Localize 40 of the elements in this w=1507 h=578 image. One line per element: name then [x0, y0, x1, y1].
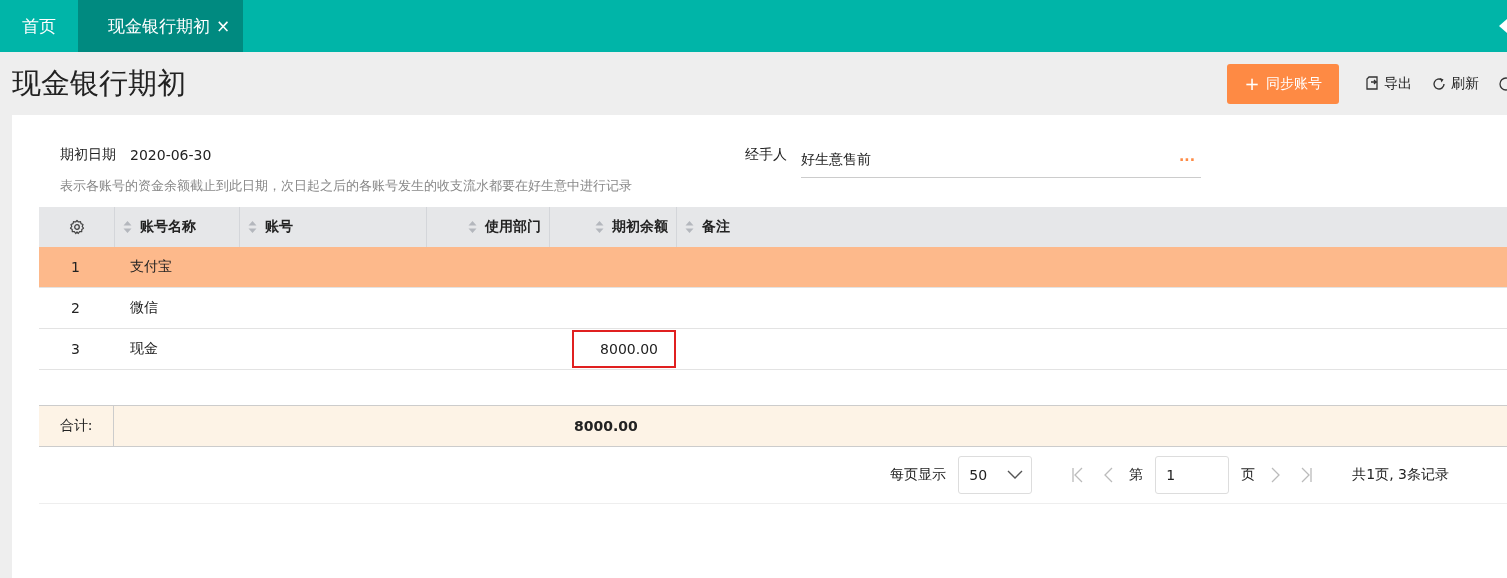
field-label: 经手人 [745, 146, 787, 164]
sort-icon[interactable] [468, 220, 477, 234]
previous-page-icon[interactable] [1104, 467, 1114, 483]
sort-icon[interactable] [685, 220, 694, 234]
page-size-select[interactable]: 50 [958, 456, 1033, 494]
account-name: 微信 [130, 299, 158, 317]
next-page-icon[interactable] [1271, 467, 1281, 483]
tab[interactable]: 现金银行期初 × [78, 0, 244, 52]
page-suffix: 页 [1241, 466, 1256, 484]
account-name: 现金 [130, 340, 158, 358]
account-name: 支付宝 [130, 258, 172, 276]
settings-icon[interactable] [68, 219, 85, 235]
balance-value[interactable]: 8000.00 [572, 330, 676, 368]
page-input[interactable]: 1 [1155, 456, 1230, 494]
page-summary: 共1页, 3条记录 [1352, 466, 1449, 484]
field-label: 期初日期 [60, 146, 116, 164]
page-size-label: 每页显示 [890, 466, 947, 484]
chevron-down-icon [1007, 470, 1024, 480]
table-row[interactable]: 3 现金 8000.00 [39, 329, 1507, 370]
sort-icon[interactable] [595, 220, 604, 234]
page-prefix: 第 [1129, 466, 1144, 484]
row-number: 2 [70, 299, 81, 318]
row-number: 3 [70, 340, 81, 359]
export-icon[interactable] [1365, 76, 1379, 91]
handler-field[interactable]: 好生意售前 ··· [801, 142, 1201, 178]
date-value: 2020-06-30 [130, 147, 213, 163]
total-balance: 8000.00 [574, 418, 638, 434]
toolbar-link[interactable]: 导出 [1384, 74, 1412, 93]
table-row[interactable]: 1 支付宝 [39, 247, 1507, 288]
collapse-arrow-icon[interactable] [1499, 19, 1507, 33]
hint-text: 表示各账号的资金余额截止到此日期，次日起之后的各账号发生的收支流水都要在好生意中进行记录 [59, 177, 633, 195]
refresh-icon[interactable] [1432, 76, 1446, 91]
first-page-icon[interactable] [1072, 467, 1085, 483]
total-label: 合计: [39, 406, 114, 446]
sort-icon[interactable] [248, 220, 257, 234]
sort-icon[interactable] [123, 220, 132, 234]
last-page-icon[interactable] [1300, 467, 1313, 483]
toolbar-link[interactable]: 刷新 [1451, 74, 1479, 93]
page-title: 现金银行期初 [12, 64, 186, 102]
row-number: 1 [70, 258, 81, 277]
